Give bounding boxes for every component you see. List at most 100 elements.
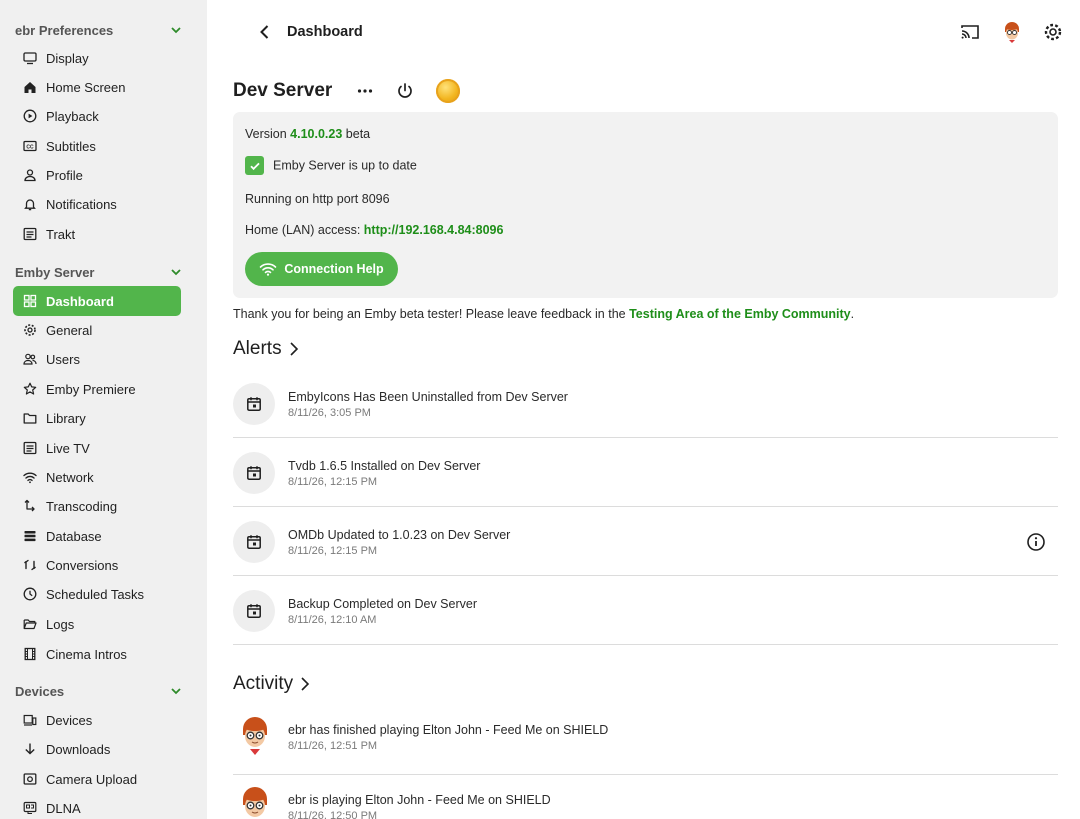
activity-item[interactable]: ebr is playing Elton John - Feed Me on S…	[233, 775, 1058, 819]
sidebar-item-emby-premiere[interactable]: Emby Premiere	[13, 375, 181, 403]
server-header: Dev Server	[233, 78, 461, 104]
alert-item[interactable]: EmbyIcons Has Been Uninstalled from Dev …	[233, 370, 1058, 438]
sidebar-item-transcoding[interactable]: Transcoding	[13, 492, 181, 520]
sidebar-item-label: Conversions	[46, 557, 119, 573]
section-title: ebr Preferences	[15, 22, 114, 38]
user-avatar-button[interactable]	[1001, 21, 1023, 43]
update-status-text: Emby Server is up to date	[273, 158, 417, 173]
lan-url-link[interactable]: http://192.168.4.84:8096	[364, 223, 504, 237]
sidebar-item-devices[interactable]: Devices	[13, 706, 181, 734]
sidebar-item-display[interactable]: Display	[13, 44, 181, 72]
more-options-button[interactable]	[354, 80, 376, 102]
sidebar-item-scheduled-tasks[interactable]: Scheduled Tasks	[13, 580, 181, 608]
power-icon	[398, 83, 413, 98]
sidebar-item-downloads[interactable]: Downloads	[13, 735, 181, 763]
section-header-emby-server[interactable]: Emby Server	[15, 262, 183, 282]
cast-button[interactable]	[959, 21, 981, 43]
sidebar: ebr Preferences Display Home Screen Play…	[0, 0, 207, 819]
activity-time: 8/11/26, 12:50 PM	[288, 810, 378, 819]
info-icon[interactable]	[1026, 532, 1046, 552]
update-status: Emby Server is up to date	[245, 156, 417, 175]
alert-item[interactable]: Tvdb 1.6.5 Installed on Dev Server 8/11/…	[233, 439, 1058, 507]
activity-item[interactable]: ebr has finished playing Elton John - Fe…	[233, 705, 1058, 775]
database-icon	[23, 529, 37, 543]
connection-help-button[interactable]: Connection Help	[245, 252, 398, 286]
tv-list-icon	[23, 441, 37, 455]
cast-icon	[961, 25, 979, 39]
sidebar-item-label: Downloads	[46, 741, 111, 757]
activity-heading[interactable]: Activity	[233, 673, 311, 695]
settings-button[interactable]	[1042, 21, 1064, 43]
sidebar-item-database[interactable]: Database	[13, 522, 181, 550]
play-circle-icon	[23, 109, 37, 123]
monitor-icon	[23, 51, 37, 65]
film-icon	[23, 647, 37, 661]
calendar-icon	[233, 383, 275, 425]
sidebar-item-label: Library	[46, 410, 86, 426]
alert-time: 8/11/26, 12:15 PM	[288, 476, 378, 488]
top-bar: Dashboard	[207, 0, 1080, 64]
sidebar-item-label: General	[46, 322, 93, 338]
premiere-coin-icon	[436, 79, 461, 103]
sidebar-item-cinema-intros[interactable]: Cinema Intros	[13, 640, 181, 668]
check-icon	[245, 156, 264, 175]
sidebar-item-users[interactable]: Users	[13, 345, 181, 373]
sidebar-item-general[interactable]: General	[13, 316, 181, 344]
server-info-card: Version 4.10.0.23 beta Emby Server is up…	[233, 112, 1058, 298]
section-header-preferences[interactable]: ebr Preferences	[15, 20, 183, 40]
dashboard-icon	[23, 294, 37, 308]
sidebar-item-conversions[interactable]: Conversions	[13, 551, 181, 579]
alert-time: 8/11/26, 3:05 PM	[288, 407, 371, 419]
alert-time: 8/11/26, 12:15 PM	[288, 545, 378, 557]
sidebar-item-label: Users	[46, 351, 80, 367]
section-header-devices[interactable]: Devices	[15, 681, 183, 701]
chevron-down-icon	[171, 688, 181, 695]
testing-area-link[interactable]: Testing Area of the Emby Community	[629, 307, 851, 321]
version-number: 4.10.0.23	[290, 127, 343, 141]
alerts-heading[interactable]: Alerts	[233, 338, 300, 360]
alert-item[interactable]: OMDb Updated to 1.0.23 on Dev Server 8/1…	[233, 508, 1058, 576]
sidebar-item-label: Display	[46, 50, 89, 66]
back-arrow-icon[interactable]	[255, 22, 275, 42]
star-icon	[23, 382, 37, 396]
connection-help-label: Connection Help	[284, 262, 384, 276]
sidebar-item-label: Home Screen	[46, 79, 126, 95]
sidebar-item-live-tv[interactable]: Live TV	[13, 434, 181, 462]
sidebar-item-profile[interactable]: Profile	[13, 161, 181, 189]
sidebar-item-network[interactable]: Network	[13, 463, 181, 491]
sidebar-item-label: Dashboard	[46, 293, 114, 309]
sidebar-item-dashboard[interactable]: Dashboard	[13, 286, 181, 316]
chevron-down-icon	[171, 269, 181, 276]
sidebar-item-home-screen[interactable]: Home Screen	[13, 73, 181, 101]
sidebar-item-label: Emby Premiere	[46, 381, 136, 397]
power-button[interactable]	[394, 80, 416, 102]
beta-thanks-text: Thank you for being an Emby beta tester!…	[233, 307, 854, 321]
sidebar-item-logs[interactable]: Logs	[13, 610, 181, 638]
sidebar-item-playback[interactable]: Playback	[13, 102, 181, 130]
svg-text:CC: CC	[26, 144, 34, 150]
sidebar-item-notifications[interactable]: Notifications	[13, 190, 181, 218]
sidebar-item-label: Notifications	[46, 196, 117, 212]
alert-title: Backup Completed on Dev Server	[288, 597, 477, 611]
page-title: Dashboard	[287, 24, 363, 40]
activity-title: Activity	[233, 673, 294, 694]
clock-icon	[23, 587, 37, 601]
sidebar-item-subtitles[interactable]: CC Subtitles	[13, 132, 181, 160]
server-name: Dev Server	[233, 80, 333, 101]
sidebar-item-dlna[interactable]: DLNA	[13, 794, 181, 819]
home-icon	[23, 80, 37, 94]
alert-title: Tvdb 1.6.5 Installed on Dev Server	[288, 459, 481, 473]
chevron-right-icon	[290, 342, 298, 356]
sidebar-item-library[interactable]: Library	[13, 404, 181, 432]
avatar	[243, 717, 267, 755]
alert-item[interactable]: Backup Completed on Dev Server 8/11/26, …	[233, 577, 1058, 645]
closed-caption-icon: CC	[23, 139, 37, 153]
sidebar-item-label: DLNA	[46, 800, 81, 816]
gear-icon	[23, 323, 37, 337]
version-prefix: Version	[245, 127, 291, 141]
thanks-prefix: Thank you for being an Emby beta tester!…	[233, 307, 630, 321]
alert-title: OMDb Updated to 1.0.23 on Dev Server	[288, 528, 511, 542]
sidebar-item-trakt[interactable]: Trakt	[13, 220, 181, 248]
sidebar-item-label: Database	[46, 528, 102, 544]
sidebar-item-camera-upload[interactable]: Camera Upload	[13, 765, 181, 793]
